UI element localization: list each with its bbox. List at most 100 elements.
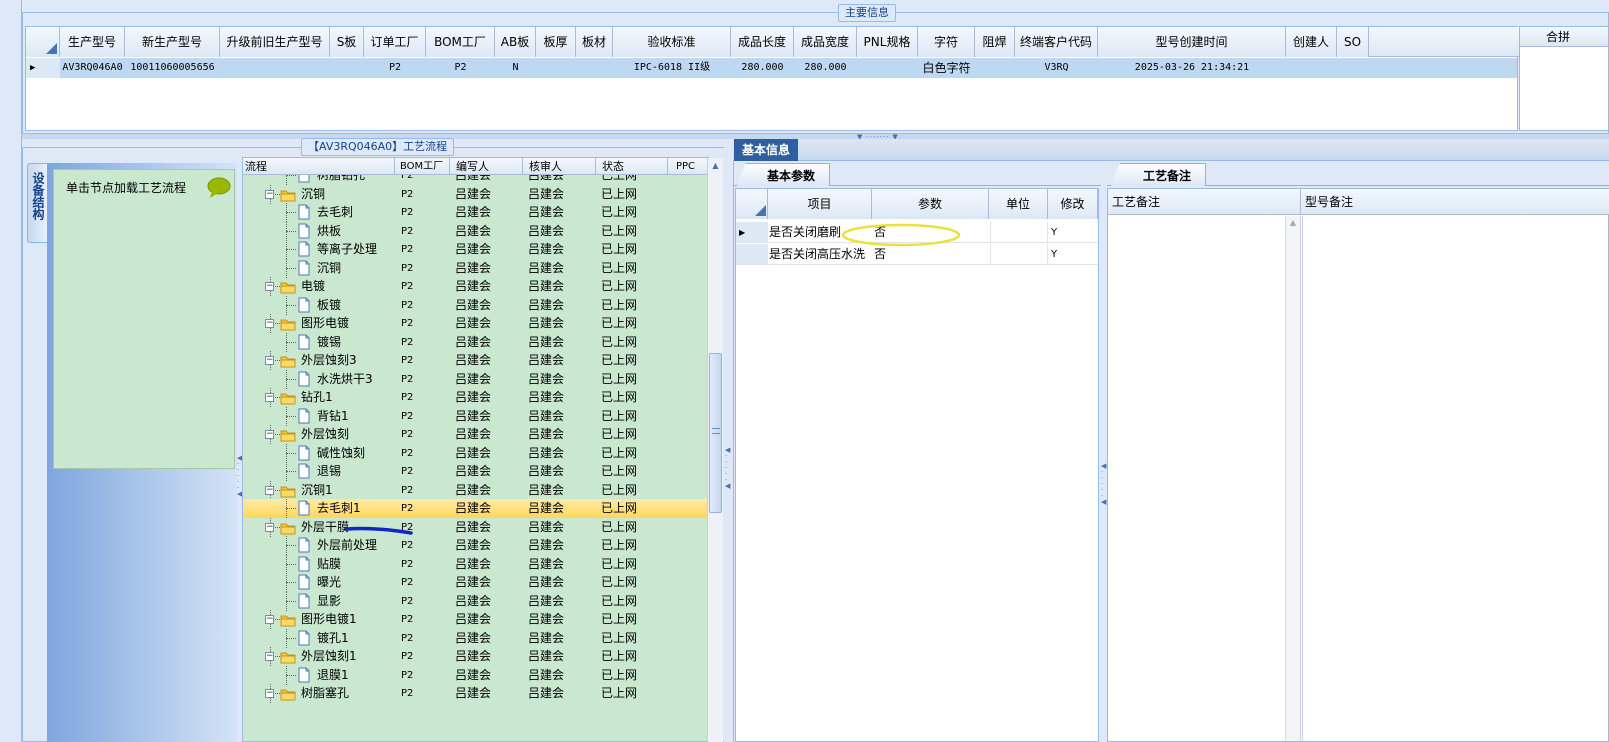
collapse-toggle-icon[interactable]: − (265, 430, 274, 439)
col-header[interactable]: 新生产型号 (125, 27, 220, 57)
col-header[interactable]: 型号创建时间 (1098, 27, 1286, 57)
tree-folder-row[interactable]: − 外层蚀刻 P2 吕建会 吕建会 已上网 (243, 425, 708, 444)
table-row[interactable]: ▶ AV3RQ046A0 10011060005656 P2 P2 N IPC-… (26, 58, 1517, 78)
col-header[interactable]: 字符 (918, 27, 975, 57)
tree-item-row[interactable]: 镀孔1 P2 吕建会 吕建会 已上网 (243, 628, 708, 648)
remark-scrollbar[interactable]: ▲ (1285, 216, 1300, 741)
col-header[interactable]: 订单工厂 (364, 27, 426, 57)
cell[interactable]: P2 (364, 58, 426, 78)
middle-splitter[interactable]: ◀ · · · · · ◀ (724, 147, 732, 742)
scroll-up-arrow-icon[interactable]: ▲ (708, 158, 723, 174)
basic-info-tab[interactable]: 基本信息 (734, 139, 799, 161)
cell[interactable] (990, 222, 1048, 242)
tree-item-row[interactable]: 退膜1 P2 吕建会 吕建会 已上网 (243, 665, 708, 685)
tree-item-row[interactable]: 板镀 P2 吕建会 吕建会 已上网 (243, 295, 708, 315)
collapse-toggle-icon[interactable]: − (265, 189, 274, 199)
col-header[interactable]: 参数 (872, 189, 989, 219)
tree-folder-row[interactable]: − 钻孔1 P2 吕建会 吕建会 已上网 (243, 388, 708, 407)
cell[interactable]: 白色字符 (918, 58, 975, 78)
cell[interactable]: 280.000 (794, 58, 857, 78)
col-header[interactable]: 编写人 (450, 158, 523, 175)
collapse-toggle-icon[interactable]: − (265, 282, 274, 291)
tree-item-row[interactable]: 曝光 P2 吕建会 吕建会 已上网 (243, 573, 708, 592)
col-header[interactable]: 终端客户代码 (1015, 27, 1098, 57)
col-header[interactable]: 流程 (245, 158, 395, 175)
tree-scrollbar[interactable]: ▲ (707, 158, 723, 742)
collapse-toggle-icon[interactable]: − (265, 356, 274, 365)
col-header[interactable]: 修改 (1048, 189, 1098, 219)
tree-item-row[interactable]: 碱性蚀刻 P2 吕建会 吕建会 已上网 (243, 443, 708, 463)
tree-item-row[interactable]: 贴膜 P2 吕建会 吕建会 已上网 (243, 554, 708, 574)
col-header[interactable]: 核审人 (523, 158, 596, 175)
collapse-toggle-icon[interactable]: − (265, 652, 274, 661)
cell[interactable]: IPC-6018 II级 (613, 58, 731, 78)
col-header[interactable]: 状态 (596, 158, 668, 175)
collapse-toggle-icon[interactable]: − (265, 689, 274, 698)
tree-item-row[interactable]: 等离子处理 P2 吕建会 吕建会 已上网 (243, 240, 708, 259)
collapse-toggle-icon[interactable]: − (265, 615, 274, 624)
model-remark-textarea[interactable] (1302, 216, 1608, 741)
cell[interactable] (990, 244, 1048, 264)
tree-item-row[interactable]: 外层前处理 P2 吕建会 吕建会 已上网 (243, 536, 708, 555)
tree-item-row[interactable]: 沉铜 P2 吕建会 吕建会 已上网 (243, 258, 708, 278)
col-header[interactable]: 板厚 (536, 27, 576, 57)
hint-box[interactable]: 单击节点加载工艺流程 (53, 169, 235, 469)
col-header[interactable]: 单位 (989, 189, 1048, 219)
cell[interactable] (330, 58, 364, 78)
col-header[interactable]: PNL规格 (857, 27, 918, 57)
scroll-up-arrow-icon[interactable]: ▲ (1286, 216, 1300, 230)
tree-item-row[interactable]: 背钻1 P2 吕建会 吕建会 已上网 (243, 406, 708, 426)
cell[interactable] (1286, 58, 1337, 78)
cell[interactable] (576, 58, 613, 78)
cell[interactable] (536, 58, 576, 78)
tree-folder-row[interactable]: − 外层蚀刻1 P2 吕建会 吕建会 已上网 (243, 647, 708, 666)
col-header[interactable]: AB板 (495, 27, 536, 57)
tree-folder-row[interactable]: − 图形电镀 P2 吕建会 吕建会 已上网 (243, 314, 708, 333)
tree-item-row[interactable]: 树脂钻孔 P2 吕建会 吕建会 已上网 (243, 175, 708, 185)
collapse-toggle-icon[interactable]: − (265, 393, 274, 402)
col-header[interactable]: BOM工厂 (396, 158, 450, 175)
tree-item-row[interactable]: 烘板 P2 吕建会 吕建会 已上网 (243, 221, 708, 241)
collapse-toggle-icon[interactable]: − (265, 485, 274, 495)
col-header[interactable]: 成品长度 (731, 27, 794, 57)
col-header[interactable]: 验收标准 (613, 27, 731, 57)
cell[interactable]: 280.000 (731, 58, 794, 78)
col-header[interactable]: PPC (668, 158, 708, 175)
col-header[interactable]: BOM工厂 (426, 27, 495, 57)
col-header[interactable]: SO (1337, 27, 1369, 57)
tree-folder-row[interactable]: − 沉铜 P2 吕建会 吕建会 已上网 (243, 184, 708, 204)
scroll-thumb[interactable] (709, 353, 722, 513)
cell[interactable]: Y (1051, 244, 1097, 264)
col-header[interactable]: 成品宽度 (794, 27, 857, 57)
collapse-toggle-icon[interactable]: − (265, 522, 274, 532)
tree-item-row[interactable]: 显影 P2 吕建会 吕建会 已上网 (243, 591, 708, 611)
col-header[interactable]: 阻焊 (975, 27, 1015, 57)
tree-item-row[interactable]: 镀锡 P2 吕建会 吕建会 已上网 (243, 332, 708, 352)
cell[interactable] (1337, 58, 1369, 78)
cell[interactable] (220, 58, 330, 78)
col-header[interactable]: 生产型号 (60, 27, 125, 57)
tree-item-row[interactable]: 退锡 P2 吕建会 吕建会 已上网 (243, 462, 708, 481)
tree-item-row[interactable]: 去毛刺1 P2 吕建会 吕建会 已上网 (243, 499, 708, 518)
col-header[interactable]: 升级前旧生产型号 (220, 27, 330, 57)
cell[interactable] (975, 58, 1015, 78)
col-header[interactable]: S板 (330, 27, 364, 57)
cell[interactable] (857, 58, 918, 78)
cell[interactable]: 2025-03-26 21:34:21 (1098, 58, 1286, 78)
tree-folder-row[interactable]: − 外层干膜 P2 吕建会 吕建会 已上网 (243, 517, 708, 537)
tab-process-remarks[interactable]: 工艺备注 (1110, 163, 1206, 186)
tree-folder-row[interactable]: − 外层蚀刻3 P2 吕建会 吕建会 已上网 (243, 351, 708, 370)
tree-item-row[interactable]: 去毛刺 P2 吕建会 吕建会 已上网 (243, 203, 708, 222)
col-header[interactable]: 创建人 (1286, 27, 1337, 57)
grid-corner-cell[interactable] (736, 189, 768, 219)
tree-folder-row[interactable]: − 沉铜1 P2 吕建会 吕建会 已上网 (243, 480, 708, 500)
cell[interactable]: AV3RQ046A0 (60, 58, 125, 78)
col-header[interactable]: 板材 (576, 27, 613, 57)
tree-folder-row[interactable]: − 图形电镀1 P2 吕建会 吕建会 已上网 (243, 610, 708, 629)
cell[interactable]: P2 (426, 58, 495, 78)
cell[interactable]: Y (1051, 222, 1097, 242)
grid-corner-cell[interactable] (26, 27, 60, 57)
tab-basic-params[interactable]: 基本参数 (736, 163, 830, 186)
col-header[interactable]: 项目 (768, 189, 872, 219)
collapse-toggle-icon[interactable]: − (265, 319, 274, 328)
